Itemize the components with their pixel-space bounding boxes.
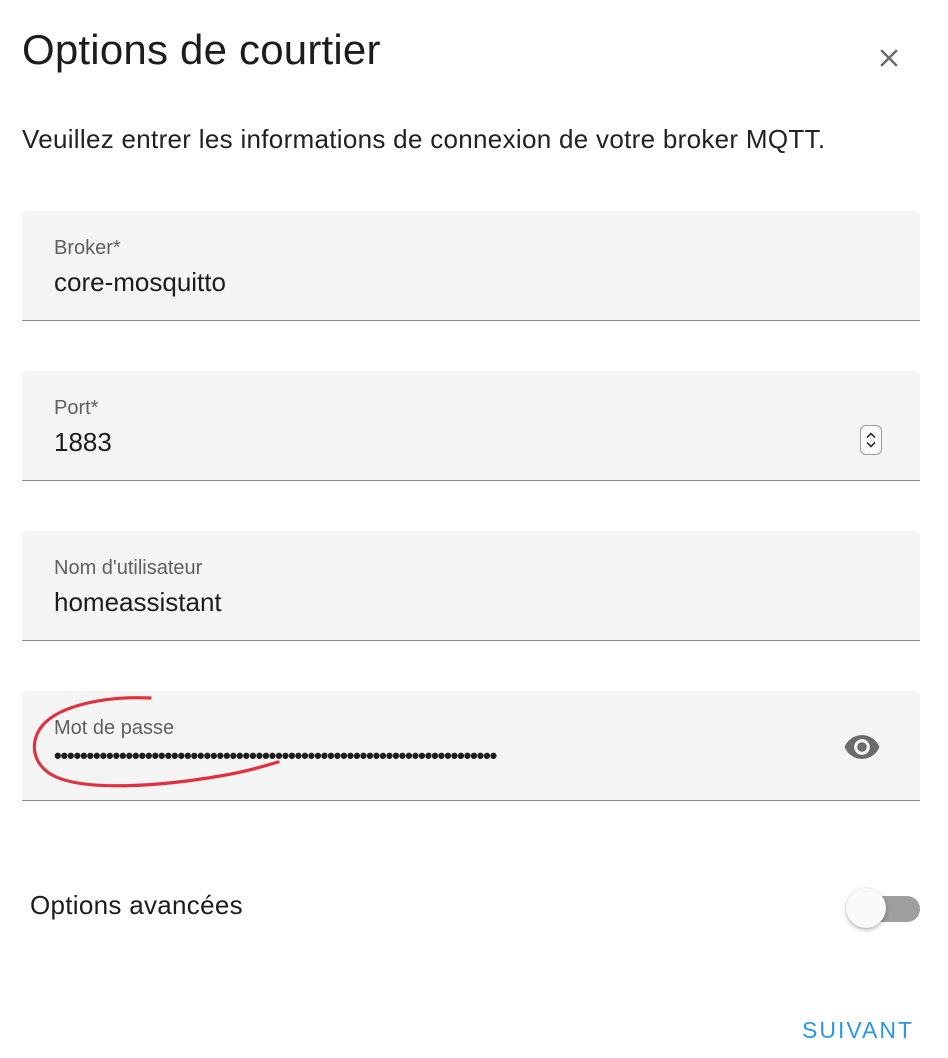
next-button[interactable]: SUIVANT	[792, 1010, 924, 1050]
dialog-description: Veuillez entrer les informations de conn…	[22, 124, 826, 154]
toggle-thumb	[846, 888, 886, 928]
eye-icon	[844, 735, 880, 759]
password-field[interactable]: Mot de passe •••••••••••••••••••••••••••…	[22, 691, 920, 801]
port-label: Port*	[54, 397, 99, 419]
broker-label: Broker*	[54, 237, 121, 259]
close-button[interactable]	[863, 32, 915, 84]
dialog-title: Options de courtier	[22, 26, 381, 73]
stepper-icon	[866, 432, 876, 448]
username-field[interactable]: Nom d'utilisateur homeassistant	[22, 531, 920, 641]
port-stepper[interactable]	[860, 425, 882, 455]
password-input[interactable]: ••••••••••••••••••••••••••••••••••••••••…	[54, 743, 497, 769]
port-input[interactable]: 1883	[54, 427, 112, 458]
broker-field[interactable]: Broker* core-mosquitto	[22, 211, 920, 321]
toggle-password-visibility-button[interactable]	[840, 727, 884, 767]
port-field[interactable]: Port* 1883	[22, 371, 920, 481]
username-label: Nom d'utilisateur	[54, 557, 203, 579]
advanced-options-toggle[interactable]	[846, 888, 922, 930]
advanced-options-label: Options avancées	[30, 890, 243, 920]
password-label: Mot de passe	[54, 717, 175, 739]
close-icon	[880, 49, 898, 67]
broker-input[interactable]: core-mosquitto	[54, 267, 226, 298]
username-input[interactable]: homeassistant	[54, 587, 222, 618]
